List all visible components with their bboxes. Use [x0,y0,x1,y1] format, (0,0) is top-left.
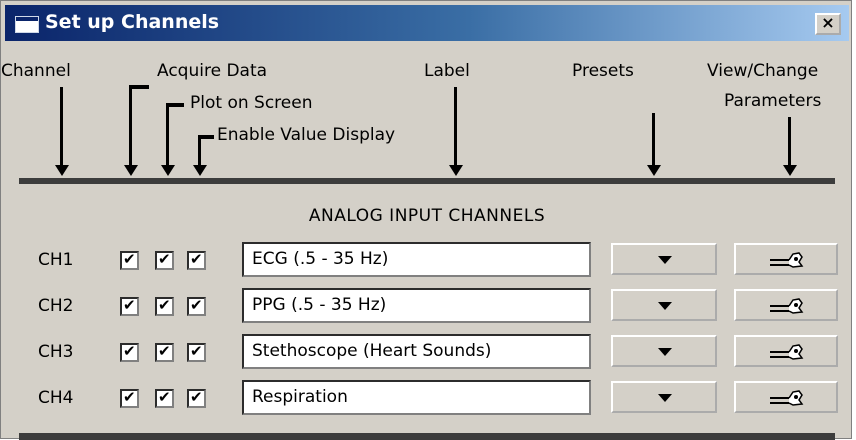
plot-checkbox[interactable] [155,342,174,362]
enable-checkbox[interactable] [187,342,206,362]
header-label: Label [424,61,470,81]
enable-checkbox[interactable] [187,296,206,316]
header-divider [19,178,835,184]
presets-dropdown-button[interactable] [611,381,717,413]
plot-arrowhead [161,165,175,176]
presets-dropdown-button[interactable] [611,289,717,321]
acquire-arrow-shaft [129,85,132,167]
wrench-hand-icon [770,390,804,406]
section-title: ANALOG INPUT CHANNELS [308,206,546,226]
label-arrowhead [449,165,463,176]
enable-arrow-shaft [198,135,201,167]
view-change-parameters-button[interactable] [734,289,838,321]
channel-label-input[interactable]: Respiration [242,380,591,415]
wrench-hand-icon [770,298,804,314]
header-acquire-data: Acquire Data [157,61,268,81]
header-plot-on-screen: Plot on Screen [190,93,313,113]
plot-checkbox[interactable] [155,388,174,408]
setup-channels-window: Set up Channels × Channel Acquire Data P… [0,0,853,440]
channel-name: CH2 [38,296,74,316]
close-icon: × [821,13,835,32]
window-icon [15,16,39,33]
presets-arrowhead [647,165,661,176]
header-presets: Presets [572,61,634,81]
header-enable-value-display: Enable Value Display [217,125,396,145]
channel-row-3: CH3 Stethoscope (Heart Sounds) [1,332,853,372]
channel-row-2: CH2 PPG (.5 - 35 Hz) [1,286,853,326]
plot-arrow-shaft [166,103,169,167]
view-change-parameters-button[interactable] [734,335,838,367]
channel-name: CH4 [38,388,74,408]
view-change-parameters-button[interactable] [734,381,838,413]
channel-name: CH1 [38,250,74,270]
acquire-checkbox[interactable] [120,296,139,316]
enable-checkbox[interactable] [187,388,206,408]
channel-row-1: CH1 ECG (.5 - 35 Hz) [1,240,853,280]
window-title: Set up Channels [45,11,220,33]
wrench-hand-icon [770,252,804,268]
acquire-checkbox[interactable] [120,388,139,408]
enable-arrowhead [193,165,207,176]
acquire-arrow-bend [129,85,149,89]
enable-checkbox[interactable] [187,250,206,270]
channel-label-input[interactable]: ECG (.5 - 35 Hz) [242,242,591,277]
channel-arrowhead [55,165,69,176]
wrench-hand-icon [770,344,804,360]
channel-arrow-shaft [60,87,63,167]
plot-checkbox[interactable] [155,250,174,270]
presets-dropdown-button[interactable] [611,335,717,367]
header-parameters: Parameters [724,91,822,111]
parameters-arrowhead [783,165,797,176]
acquire-checkbox[interactable] [120,342,139,362]
header-view-change: View/Change [707,61,819,81]
plot-checkbox[interactable] [155,296,174,316]
presets-dropdown-button[interactable] [611,243,717,275]
channel-name: CH3 [38,342,74,362]
view-change-parameters-button[interactable] [734,243,838,275]
channel-row-4: CH4 Respiration [1,378,853,418]
channel-label-input[interactable]: PPG (.5 - 35 Hz) [242,288,591,323]
title-bar[interactable]: Set up Channels × [5,5,849,41]
parameters-arrow-shaft [788,117,791,167]
close-button[interactable]: × [815,13,841,35]
acquire-arrowhead [124,165,138,176]
channel-label-input[interactable]: Stethoscope (Heart Sounds) [242,334,591,369]
label-arrow-shaft [454,87,457,167]
header-channel: Channel [1,61,71,81]
acquire-checkbox[interactable] [120,250,139,270]
presets-arrow-shaft [652,113,655,167]
